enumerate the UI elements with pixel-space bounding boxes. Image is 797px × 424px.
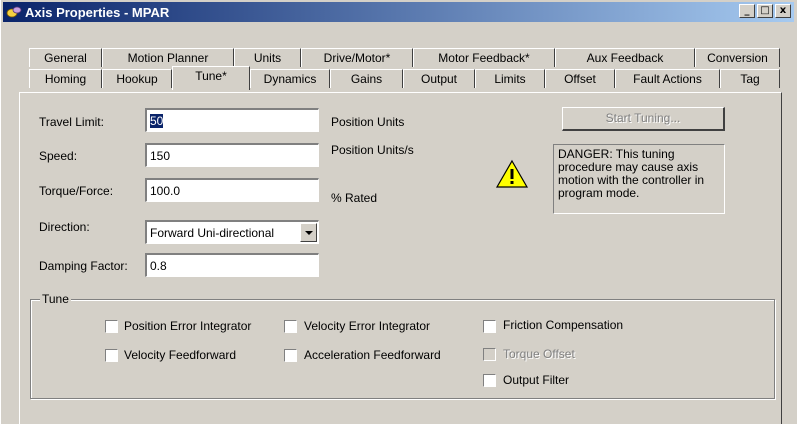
direction-label: Direction: bbox=[39, 220, 90, 234]
acceleration-feedforward-checkbox[interactable] bbox=[284, 349, 297, 362]
warning-icon bbox=[495, 159, 529, 188]
axis-properties-window: Axis Properties - MPAR _ □ x General Mot… bbox=[0, 0, 797, 424]
speed-input[interactable]: 150 bbox=[145, 143, 319, 167]
acceleration-feedforward-label[interactable]: Acceleration Feedforward bbox=[304, 348, 441, 362]
tab-units[interactable]: Units bbox=[234, 48, 301, 67]
speed-label: Speed: bbox=[39, 149, 78, 163]
torque-offset-label: Torque Offset bbox=[503, 347, 575, 361]
start-tuning-button[interactable]: Start Tuning... bbox=[562, 107, 725, 131]
friction-compensation-label[interactable]: Friction Compensation bbox=[503, 318, 623, 332]
title-bar[interactable]: Axis Properties - MPAR _ □ x bbox=[3, 2, 794, 22]
tab-offset[interactable]: Offset bbox=[545, 69, 615, 88]
tab-aux-feedback[interactable]: Aux Feedback bbox=[555, 48, 695, 67]
tune-tab-panel: Travel Limit: 50 Position Units Speed: 1… bbox=[19, 92, 782, 424]
velocity-error-integrator-checkbox[interactable] bbox=[284, 320, 297, 333]
velocity-feedforward-checkbox[interactable] bbox=[105, 349, 118, 362]
tab-output[interactable]: Output bbox=[403, 69, 475, 88]
tab-hookup[interactable]: Hookup bbox=[102, 69, 172, 88]
tab-conversion[interactable]: Conversion bbox=[695, 48, 780, 67]
tab-dynamics[interactable]: Dynamics bbox=[250, 69, 330, 88]
tab-tune[interactable]: Tune* bbox=[172, 66, 250, 90]
tab-fault-actions[interactable]: Fault Actions bbox=[615, 69, 720, 88]
tab-tag[interactable]: Tag bbox=[720, 69, 780, 88]
tab-drive-motor[interactable]: Drive/Motor* bbox=[301, 48, 413, 67]
direction-value: Forward Uni-directional bbox=[150, 226, 275, 240]
travel-limit-label: Travel Limit: bbox=[39, 115, 104, 129]
tune-group-label: Tune bbox=[40, 292, 71, 306]
maximize-button[interactable]: □ bbox=[757, 4, 773, 18]
tab-general[interactable]: General bbox=[29, 48, 102, 67]
travel-limit-value: 50 bbox=[150, 114, 164, 128]
chevron-down-icon bbox=[305, 231, 313, 235]
torque-force-input[interactable]: 100.0 bbox=[145, 178, 319, 202]
velocity-feedforward-label[interactable]: Velocity Feedforward bbox=[124, 348, 236, 362]
tab-motor-feedback[interactable]: Motor Feedback* bbox=[413, 48, 555, 67]
direction-select[interactable]: Forward Uni-directional bbox=[145, 220, 319, 244]
output-filter-label[interactable]: Output Filter bbox=[503, 373, 569, 387]
velocity-error-integrator-label[interactable]: Velocity Error Integrator bbox=[304, 319, 430, 333]
output-filter-checkbox[interactable] bbox=[483, 374, 496, 387]
travel-limit-input[interactable]: 50 bbox=[145, 108, 319, 132]
torque-force-unit: % Rated bbox=[331, 191, 378, 205]
travel-limit-unit: Position Units bbox=[331, 115, 405, 129]
speed-unit: Position Units/s bbox=[331, 143, 414, 157]
torque-offset-checkbox bbox=[483, 348, 496, 361]
close-button[interactable]: x bbox=[775, 4, 791, 18]
position-error-integrator-checkbox[interactable] bbox=[105, 320, 118, 333]
tab-homing[interactable]: Homing bbox=[29, 69, 102, 88]
tab-limits[interactable]: Limits bbox=[475, 69, 545, 88]
tab-motion-planner[interactable]: Motion Planner bbox=[102, 48, 234, 67]
torque-force-label: Torque/Force: bbox=[39, 184, 114, 198]
damping-factor-label: Damping Factor: bbox=[39, 259, 128, 273]
axis-app-icon bbox=[6, 6, 22, 18]
minimize-button[interactable]: _ bbox=[739, 4, 755, 18]
tab-gains[interactable]: Gains bbox=[330, 69, 403, 88]
damping-factor-input[interactable]: 0.8 bbox=[145, 253, 319, 277]
direction-dropdown-button[interactable] bbox=[300, 223, 317, 242]
friction-compensation-checkbox[interactable] bbox=[483, 320, 496, 333]
position-error-integrator-label[interactable]: Position Error Integrator bbox=[124, 319, 251, 333]
danger-warning-text: DANGER: This tuning procedure may cause … bbox=[553, 144, 725, 214]
window-title: Axis Properties - MPAR bbox=[25, 4, 170, 20]
